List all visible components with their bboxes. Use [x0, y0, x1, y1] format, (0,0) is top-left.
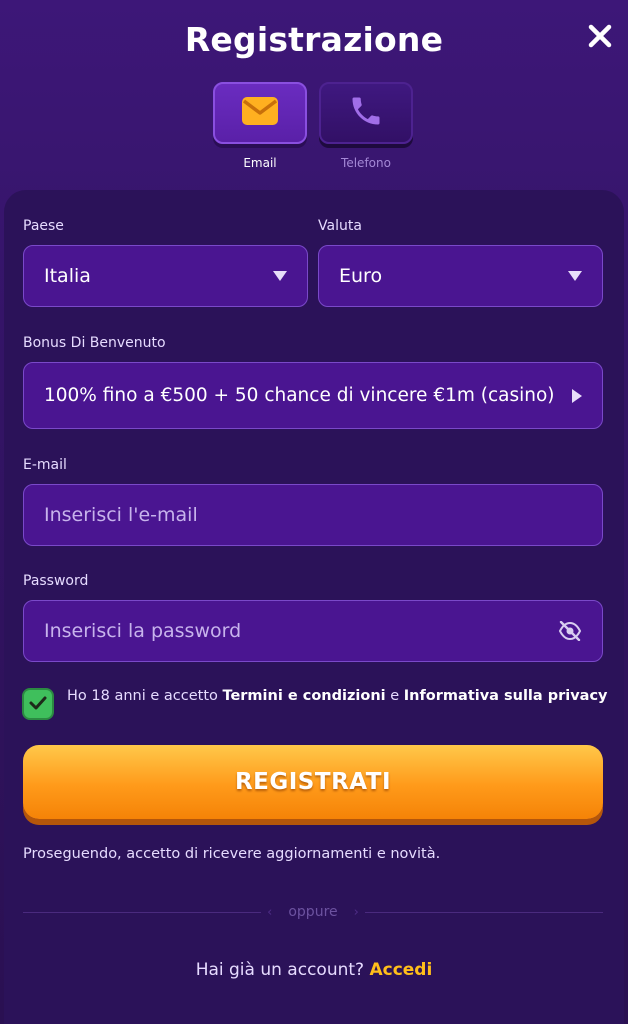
chevron-right-icon: › — [353, 904, 359, 920]
tab-email-label: Email — [243, 156, 277, 170]
currency-select[interactable]: Euro — [318, 245, 603, 307]
chevron-right-icon — [572, 388, 582, 403]
terms-checkbox[interactable] — [22, 688, 54, 720]
updates-note: Proseguendo, accetto di ricevere aggiorn… — [23, 846, 441, 862]
divider-line — [23, 911, 262, 913]
close-icon[interactable] — [586, 22, 614, 50]
email-label: E-mail — [23, 457, 67, 473]
bonus-label: Bonus Di Benvenuto — [23, 335, 166, 351]
login-question: Hai già un account? — [195, 960, 365, 980]
login-link[interactable]: Accedi — [369, 960, 432, 980]
country-value: Italia — [44, 265, 91, 287]
email-field[interactable]: Inserisci l'e-mail — [23, 484, 603, 546]
envelope-icon — [241, 96, 279, 130]
tab-phone-label: Telefono — [341, 156, 391, 170]
eye-off-icon[interactable] — [558, 621, 582, 641]
phone-icon — [348, 93, 384, 133]
privacy-link[interactable]: Informativa sulla privacy — [404, 688, 608, 704]
bonus-value: 100% fino a €500 + 50 chance di vincere … — [44, 385, 555, 406]
email-placeholder: Inserisci l'e-mail — [44, 504, 198, 526]
password-placeholder: Inserisci la password — [44, 620, 242, 642]
divider-line — [364, 911, 603, 913]
password-field[interactable]: Inserisci la password — [23, 600, 603, 662]
consent-prefix: Ho 18 anni e accetto — [67, 688, 223, 704]
tab-email[interactable]: Email — [213, 82, 307, 170]
divider-text: oppure — [288, 904, 338, 920]
login-prompt: Hai già un account? Accedi — [0, 960, 628, 980]
country-label: Paese — [23, 218, 64, 234]
tab-phone[interactable]: Telefono — [319, 82, 413, 170]
password-label: Password — [23, 573, 89, 589]
currency-label: Valuta — [318, 218, 362, 234]
or-divider: ‹ oppure › — [23, 900, 603, 924]
country-select[interactable]: Italia — [23, 245, 308, 307]
chevron-down-icon — [273, 271, 287, 281]
bonus-select[interactable]: 100% fino a €500 + 50 chance di vincere … — [23, 362, 603, 429]
terms-link[interactable]: Termini e condizioni — [222, 688, 385, 704]
chevron-left-icon: ‹ — [267, 904, 273, 920]
consent-middle: e — [385, 688, 404, 704]
chevron-down-icon — [568, 271, 582, 281]
checkmark-icon — [29, 695, 47, 714]
registration-method-tabs: Email Telefono — [213, 82, 413, 170]
page-title: Registrazione — [184, 20, 444, 59]
register-button[interactable]: REGISTRATI — [23, 745, 603, 819]
terms-consent-text: Ho 18 anni e accetto Termini e condizion… — [67, 688, 608, 704]
currency-value: Euro — [339, 265, 383, 287]
